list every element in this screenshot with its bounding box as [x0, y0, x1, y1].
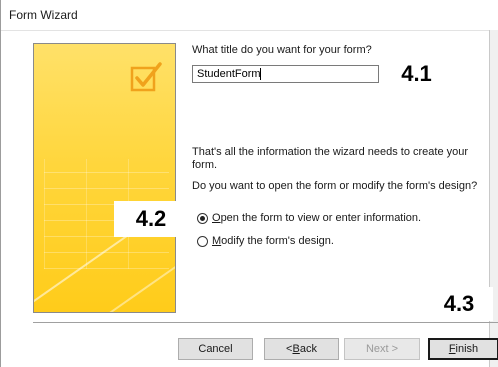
- wizard-illustration: [33, 43, 176, 313]
- form-title-question: What title do you want for your form?: [192, 44, 372, 56]
- cancel-button[interactable]: Cancel: [178, 338, 253, 360]
- radio-unselected[interactable]: [197, 235, 208, 247]
- open-or-modify-question: Do you want to open the form or modify t…: [192, 180, 478, 192]
- button-separator: [33, 322, 498, 323]
- window-title: Form Wizard: [9, 8, 78, 22]
- finish-button[interactable]: Finish: [428, 338, 498, 360]
- form-title-input[interactable]: [192, 65, 379, 83]
- text-caret: [260, 68, 261, 80]
- modify-design-option[interactable]: Modify the form's design.: [197, 235, 334, 247]
- annotation-label: 4.2: [114, 201, 188, 237]
- info-text: That's all the information the wizard ne…: [192, 146, 469, 171]
- annotation-label: 4.3: [425, 287, 493, 321]
- next-button[interactable]: Next >: [344, 338, 420, 360]
- radio-selected[interactable]: [197, 212, 208, 224]
- title-divider: [1, 30, 498, 31]
- modify-design-label: Modify the form's design.: [212, 235, 334, 247]
- form-wizard-window: Form Wizard What title do you want for y…: [0, 0, 498, 367]
- open-form-option[interactable]: Open the form to view or enter informati…: [197, 212, 421, 224]
- annotation-label: 4.1: [380, 57, 453, 91]
- open-form-label: Open the form to view or enter informati…: [212, 212, 422, 224]
- title-bar: Form Wizard: [1, 0, 498, 30]
- checkmark-box-icon: [130, 62, 162, 92]
- back-button[interactable]: < Back: [264, 338, 339, 360]
